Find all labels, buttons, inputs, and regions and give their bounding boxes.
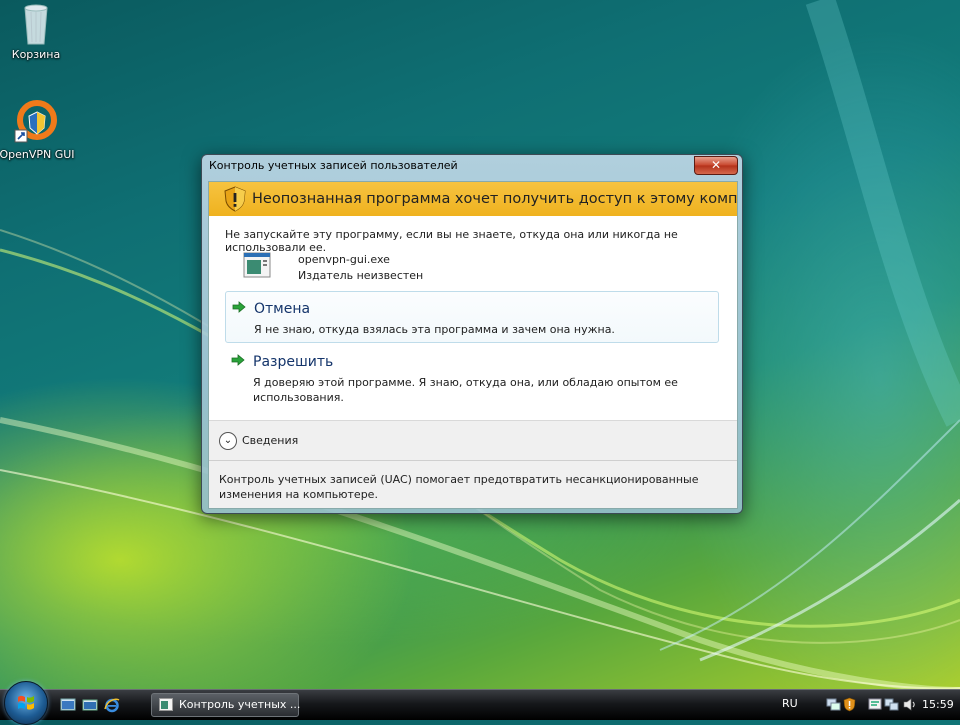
program-name: openvpn-gui.exe (298, 253, 390, 266)
uac-dialog: Контроль учетных записей пользователей ✕… (201, 154, 743, 514)
warning-banner: Неопознанная программа хочет получить до… (209, 182, 737, 216)
network-connection-icon[interactable] (884, 697, 899, 712)
clock[interactable]: 15:59 (922, 698, 954, 711)
dialog-footer: Контроль учетных записей (UAC) помогает … (209, 460, 737, 508)
allow-option[interactable]: Разрешить Я доверяю этой программе. Я зн… (225, 345, 717, 407)
desktop-icon-label: Корзина (11, 48, 61, 61)
green-arrow-icon (232, 301, 246, 313)
openvpn-icon (13, 98, 61, 146)
taskbar: Контроль учетных ... RU 15:59 (0, 681, 960, 725)
recycle-bin-icon (21, 2, 51, 46)
desktop-icon-label: OpenVPN GUI (0, 148, 75, 161)
details-expander[interactable]: ⌄ Сведения (209, 420, 737, 461)
allow-description: Я доверяю этой программе. Я знаю, откуда… (253, 376, 678, 404)
chevron-down-icon[interactable]: ⌄ (219, 432, 237, 450)
green-arrow-icon (231, 354, 245, 366)
security-alert-icon[interactable] (842, 697, 857, 712)
windows-logo-icon (18, 695, 34, 710)
language-indicator[interactable]: RU (782, 697, 798, 710)
warning-message: Не запускайте эту программу, если вы не … (225, 228, 678, 254)
internet-explorer-icon[interactable] (104, 697, 120, 713)
window-icon (159, 698, 173, 711)
switch-windows-icon[interactable] (82, 697, 98, 713)
allow-label: Разрешить (253, 354, 334, 370)
program-publisher: Издатель неизвестен (298, 269, 424, 282)
banner-heading: Неопознанная программа хочет получить до… (252, 191, 738, 207)
desktop-icon-openvpn[interactable]: OpenVPN GUI (0, 98, 77, 161)
cancel-description: Я не знаю, откуда взялась эта программа … (254, 323, 615, 336)
show-desktop-icon[interactable] (60, 697, 76, 713)
volume-icon[interactable] (902, 697, 917, 712)
close-button[interactable]: ✕ (694, 156, 738, 175)
program-icon (243, 252, 271, 278)
taskbar-button-label: Контроль учетных ... (179, 698, 301, 711)
cancel-label: Отмена (254, 301, 311, 317)
shield-warning-icon (224, 186, 246, 212)
uac-info-text: Контроль учетных записей (UAC) помогает … (219, 473, 699, 501)
cancel-option[interactable]: Отмена Я не знаю, откуда взялась эта про… (225, 291, 719, 343)
dialog-title: Контроль учетных записей пользователей (209, 159, 458, 172)
start-button[interactable] (4, 681, 48, 725)
desktop-icon-recycle-bin[interactable]: Корзина (0, 2, 76, 61)
dialog-content: Неопознанная программа хочет получить до… (208, 181, 738, 509)
network-tray-icon[interactable] (826, 697, 841, 712)
details-label: Сведения (242, 434, 299, 447)
windows-update-icon[interactable] (868, 697, 883, 712)
taskbar-button-uac[interactable]: Контроль учетных ... (151, 693, 301, 717)
title-bar[interactable]: Контроль учетных записей пользователей ✕ (202, 155, 742, 177)
